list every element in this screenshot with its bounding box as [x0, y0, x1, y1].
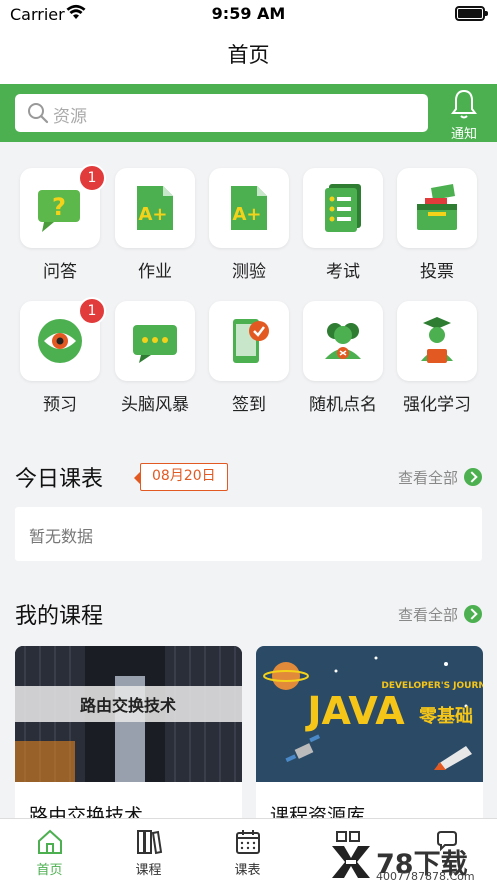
search-placeholder: 资源 — [53, 107, 87, 127]
feature-label: 头脑风暴 — [121, 395, 189, 415]
calendar-icon — [236, 830, 260, 854]
svg-text:A+: A+ — [138, 204, 167, 225]
feature-checkin[interactable]: 签到 — [209, 275, 289, 415]
unread-badge: 1 — [78, 297, 106, 325]
graduate-icon — [421, 317, 453, 363]
course-banner-text: 路由交换技术 — [80, 696, 176, 715]
schedule-view-all-link[interactable]: 查看全部 — [398, 467, 482, 488]
course-banner-text: JAVA — [304, 689, 405, 733]
home-icon — [38, 829, 62, 854]
svg-text:?: ? — [52, 193, 66, 221]
feature-label: 预习 — [43, 395, 77, 415]
feature-qa[interactable]: ? 1 问答 — [20, 142, 106, 282]
feature-random-call[interactable]: 随机点名 — [303, 275, 383, 415]
course-cover-image: JAVA DEVELOPER'S JOURNAL 零基础 — [256, 646, 483, 782]
svg-text:A+: A+ — [232, 204, 261, 225]
watermark: 78下载 4007787878.Com — [330, 840, 495, 883]
feature-preview[interactable]: 1 预习 — [20, 275, 106, 415]
brainstorm-chat-icon — [133, 325, 177, 363]
search-input[interactable]: 资源 — [15, 94, 428, 132]
feature-tile — [397, 301, 477, 381]
unread-badge: 1 — [78, 164, 106, 192]
feature-intensive-study[interactable]: 强化学习 — [397, 275, 477, 415]
question-bubble-icon: ? — [38, 190, 80, 232]
random-roll-call-icon — [325, 323, 361, 359]
feature-label: 签到 — [232, 395, 266, 415]
feature-brainstorm[interactable]: 头脑风暴 — [115, 275, 195, 415]
schedule-title: 今日课表 — [15, 467, 104, 492]
course-card[interactable]: 路由交换技术 路由交换技术 — [15, 646, 242, 836]
feature-tile — [209, 301, 289, 381]
page-title: 首页 — [227, 43, 270, 67]
course-card[interactable]: JAVA DEVELOPER'S JOURNAL 零基础 课程资源库 — [256, 646, 483, 836]
clock: 9:59 AM — [211, 4, 286, 23]
watermark-logo-icon — [332, 846, 370, 878]
phone-checkin-icon — [233, 319, 269, 363]
feature-quiz[interactable]: A+ 测验 — [209, 142, 289, 282]
courses-view-all-link[interactable]: 查看全部 — [398, 604, 482, 625]
feature-tile: A+ — [115, 168, 195, 248]
feature-tile — [303, 301, 383, 381]
homework-doc-icon: A+ — [137, 186, 173, 230]
courses-title: 我的课程 — [15, 604, 104, 629]
empty-message: 暂无数据 — [29, 527, 94, 546]
notification-label: 通知 — [450, 127, 477, 142]
course-banner-small-text: DEVELOPER'S JOURNAL — [381, 681, 483, 691]
quiz-doc-icon: A+ — [231, 186, 267, 230]
exam-checklist-icon — [325, 184, 361, 232]
course-cover-image: 路由交换技术 — [15, 646, 242, 782]
feature-label: 随机点名 — [309, 395, 377, 415]
tab-home[interactable]: 首页 — [0, 819, 99, 883]
notification-button[interactable]: 通知 — [440, 88, 488, 142]
course-banner-sub-text: 零基础 — [418, 705, 473, 727]
feature-vote[interactable]: 投票 — [397, 142, 477, 282]
tab-label: 课程 — [135, 863, 162, 878]
eye-icon — [38, 319, 82, 363]
battery-icon — [455, 6, 488, 21]
nav-bar: 首页 — [0, 30, 497, 84]
feature-tile — [397, 168, 477, 248]
schedule-date-tag: 08月20日 — [134, 463, 228, 491]
feature-exam[interactable]: 考试 — [303, 142, 383, 282]
search-bar: 资源 通知 — [0, 84, 497, 142]
feature-homework[interactable]: A+ 作业 — [115, 142, 195, 282]
feature-grid: ? 1 问答 A+ 作业 A+ 测验 考试 投票 1 预习 头脑风暴 签到 随机… — [0, 142, 497, 427]
tab-label: 课表 — [234, 863, 261, 878]
feature-tile — [303, 168, 383, 248]
books-icon — [137, 830, 163, 855]
schedule-empty-state: 暂无数据 — [15, 507, 482, 561]
feature-tile: A+ — [209, 168, 289, 248]
view-all-label: 查看全部 — [397, 469, 458, 487]
feature-label: 强化学习 — [403, 395, 471, 415]
chevron-right-icon — [464, 605, 482, 623]
status-bar: Carrier 9:59 AM — [0, 0, 497, 30]
tab-courses[interactable]: 课程 — [99, 819, 198, 883]
watermark-url: 4007787878.Com — [376, 870, 475, 883]
chevron-right-icon — [464, 468, 482, 486]
tab-label: 首页 — [36, 863, 63, 878]
search-icon — [27, 102, 49, 128]
ballot-box-icon — [417, 184, 457, 230]
feature-tile — [115, 301, 195, 381]
bell-icon — [451, 89, 477, 119]
tab-timetable[interactable]: 课表 — [198, 819, 297, 883]
view-all-label: 查看全部 — [397, 606, 458, 624]
